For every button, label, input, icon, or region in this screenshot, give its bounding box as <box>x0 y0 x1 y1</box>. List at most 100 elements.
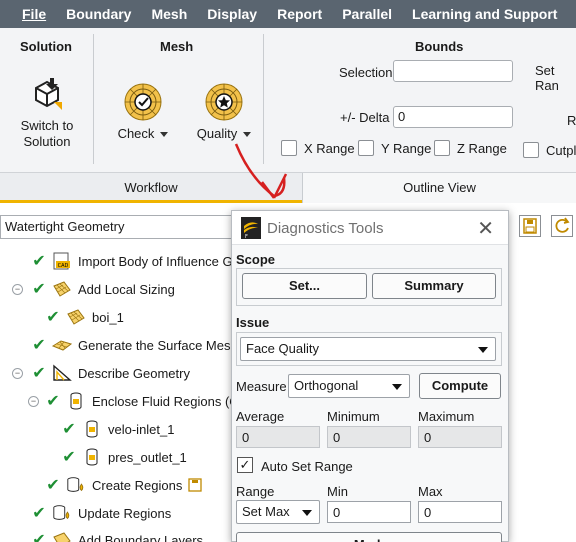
boundary-icon <box>86 448 98 466</box>
measure-select[interactable]: Orthogonal <box>288 374 410 398</box>
complete-check-icon: ✔ <box>46 477 60 494</box>
collapse-icon[interactable]: − <box>12 368 23 379</box>
issue-select[interactable]: Face Quality <box>240 337 496 361</box>
quality-dropdown-caret[interactable] <box>243 132 252 138</box>
min-label: Min <box>327 484 348 499</box>
complete-check-icon: ✔ <box>32 253 46 270</box>
svg-text:F: F <box>245 234 248 239</box>
save-icon[interactable] <box>519 215 541 237</box>
fluent-logo-icon: F <box>241 217 261 239</box>
set-range-label[interactable]: Set Ran <box>535 63 576 93</box>
surface-mesh-icon <box>52 340 72 351</box>
scope-title: Scope <box>236 252 276 267</box>
tree-step-pres-outlet[interactable]: ✔ pres_outlet_1 <box>60 446 187 468</box>
selection-label: Selection <box>339 65 393 80</box>
dialog-title: Diagnostics Tools <box>267 220 384 237</box>
tab-outline-view[interactable]: Outline View <box>302 173 576 203</box>
menu-parallel[interactable]: Parallel <box>332 0 402 28</box>
menu-boundary[interactable]: Boundary <box>56 0 141 28</box>
delta-label: +/- Delta <box>340 110 390 125</box>
step-label: Generate the Surface Mes <box>78 337 231 353</box>
tree-step-describe-geometry[interactable]: ✔ Describe Geometry <box>30 362 190 384</box>
collapse-icon[interactable]: − <box>28 396 39 407</box>
quality-button[interactable]: Quality <box>190 82 258 142</box>
complete-check-icon: ✔ <box>32 505 46 522</box>
chevron-down-icon <box>302 510 312 516</box>
switch-label-line1: Switch to <box>20 118 74 133</box>
complete-check-icon: ✔ <box>32 532 46 542</box>
check-button[interactable]: Check <box>112 82 174 142</box>
y-range-checkbox[interactable] <box>358 140 374 156</box>
switch-label-line2: Solution <box>23 134 71 149</box>
close-icon[interactable]: ✕ <box>477 216 494 241</box>
max-label: Max <box>418 484 443 499</box>
complete-check-icon: ✔ <box>32 337 46 354</box>
tree-step-add-boundary-layers[interactable]: ✔ Add Boundary Layers <box>30 529 203 542</box>
complete-check-icon: ✔ <box>32 281 46 298</box>
cutplane-checkbox[interactable] <box>523 142 539 158</box>
measure-label: Measure <box>236 379 287 394</box>
svg-text:CAD: CAD <box>58 263 69 269</box>
delta-input[interactable]: 0 <box>393 106 513 128</box>
chevron-down-icon <box>478 347 488 353</box>
switch-to-solution-button[interactable]: Switch to Solution <box>12 76 82 150</box>
range-label-truncated: R <box>567 113 576 128</box>
set-button[interactable]: Set... <box>242 273 367 299</box>
menu-file[interactable]: File <box>0 0 56 28</box>
menu-report[interactable]: Report <box>267 0 332 28</box>
ribbon-separator <box>93 34 94 164</box>
check-label: Check <box>117 126 155 141</box>
annotation-arrow <box>234 143 288 199</box>
tree-step-update-regions[interactable]: ✔ Update Regions <box>30 502 171 524</box>
complete-check-icon: ✔ <box>46 309 60 326</box>
refresh-icon[interactable] <box>551 215 573 237</box>
step-label: pres_outlet_1 <box>108 449 187 465</box>
tree-step-generate-surface-mesh[interactable]: ✔ Generate the Surface Mes <box>30 334 230 356</box>
mesh-grid-icon <box>67 309 85 325</box>
average-label: Average <box>236 409 285 424</box>
edit-form-icon[interactable] <box>188 478 202 492</box>
step-label: Add Boundary Layers <box>78 532 204 542</box>
measure-select-value: Orthogonal <box>294 378 359 393</box>
check-dropdown-caret[interactable] <box>160 132 169 138</box>
step-label: boi_1 <box>92 309 124 325</box>
step-label: Enclose Fluid Regions (C <box>92 393 239 409</box>
describe-geometry-icon <box>53 364 72 381</box>
z-range-label: Z Range <box>457 141 507 156</box>
cutplane-label: Cutpl <box>546 143 576 158</box>
min-input[interactable]: 0 <box>327 501 411 523</box>
update-regions-icon <box>53 505 70 520</box>
tree-step-create-regions[interactable]: ✔ Create Regions <box>44 474 202 496</box>
average-value: 0 <box>236 426 320 448</box>
mark-button[interactable]: Mark <box>236 532 502 542</box>
menu-learning-support[interactable]: Learning and Support <box>402 0 567 28</box>
collapse-icon[interactable]: − <box>12 284 23 295</box>
auto-set-range-checkbox[interactable]: ✓ <box>237 457 253 473</box>
menu-display[interactable]: Display <box>197 0 267 28</box>
range-select-value: Set Max <box>242 504 290 519</box>
range-select[interactable]: Set Max <box>236 500 320 524</box>
tree-step-add-local-sizing[interactable]: ✔ Add Local Sizing <box>30 278 175 300</box>
workflow-type-dropdown[interactable]: Watertight Geometry <box>0 215 240 239</box>
dialog-title-bar[interactable]: F Diagnostics Tools ✕ <box>232 211 508 245</box>
step-label: Import Body of Influence G <box>78 253 233 269</box>
summary-button[interactable]: Summary <box>372 273 496 299</box>
complete-check-icon: ✔ <box>62 449 76 466</box>
minimum-value: 0 <box>327 426 411 448</box>
tree-step-boi-1[interactable]: ✔ boi_1 <box>44 306 124 328</box>
complete-check-icon: ✔ <box>32 365 46 382</box>
tree-step-velo-inlet[interactable]: ✔ velo-inlet_1 <box>60 418 175 440</box>
step-label: velo-inlet_1 <box>108 421 175 437</box>
max-input[interactable]: 0 <box>418 501 502 523</box>
compute-button[interactable]: Compute <box>419 373 501 399</box>
range-label: Range <box>236 484 275 499</box>
z-range-checkbox[interactable] <box>434 140 450 156</box>
tree-step-import-boi[interactable]: ✔ CAD Import Body of Influence G <box>30 250 233 272</box>
selection-input[interactable] <box>393 60 513 82</box>
menu-mesh[interactable]: Mesh <box>141 0 197 28</box>
tree-step-enclose-fluid-regions[interactable]: ✔ Enclose Fluid Regions (C <box>44 390 239 412</box>
complete-check-icon: ✔ <box>46 393 60 410</box>
bounds-group-title: Bounds <box>415 39 464 54</box>
diagnostics-tools-dialog: F Diagnostics Tools ✕ Scope Set... Summa… <box>231 210 509 542</box>
maximum-label: Maximum <box>418 409 475 424</box>
